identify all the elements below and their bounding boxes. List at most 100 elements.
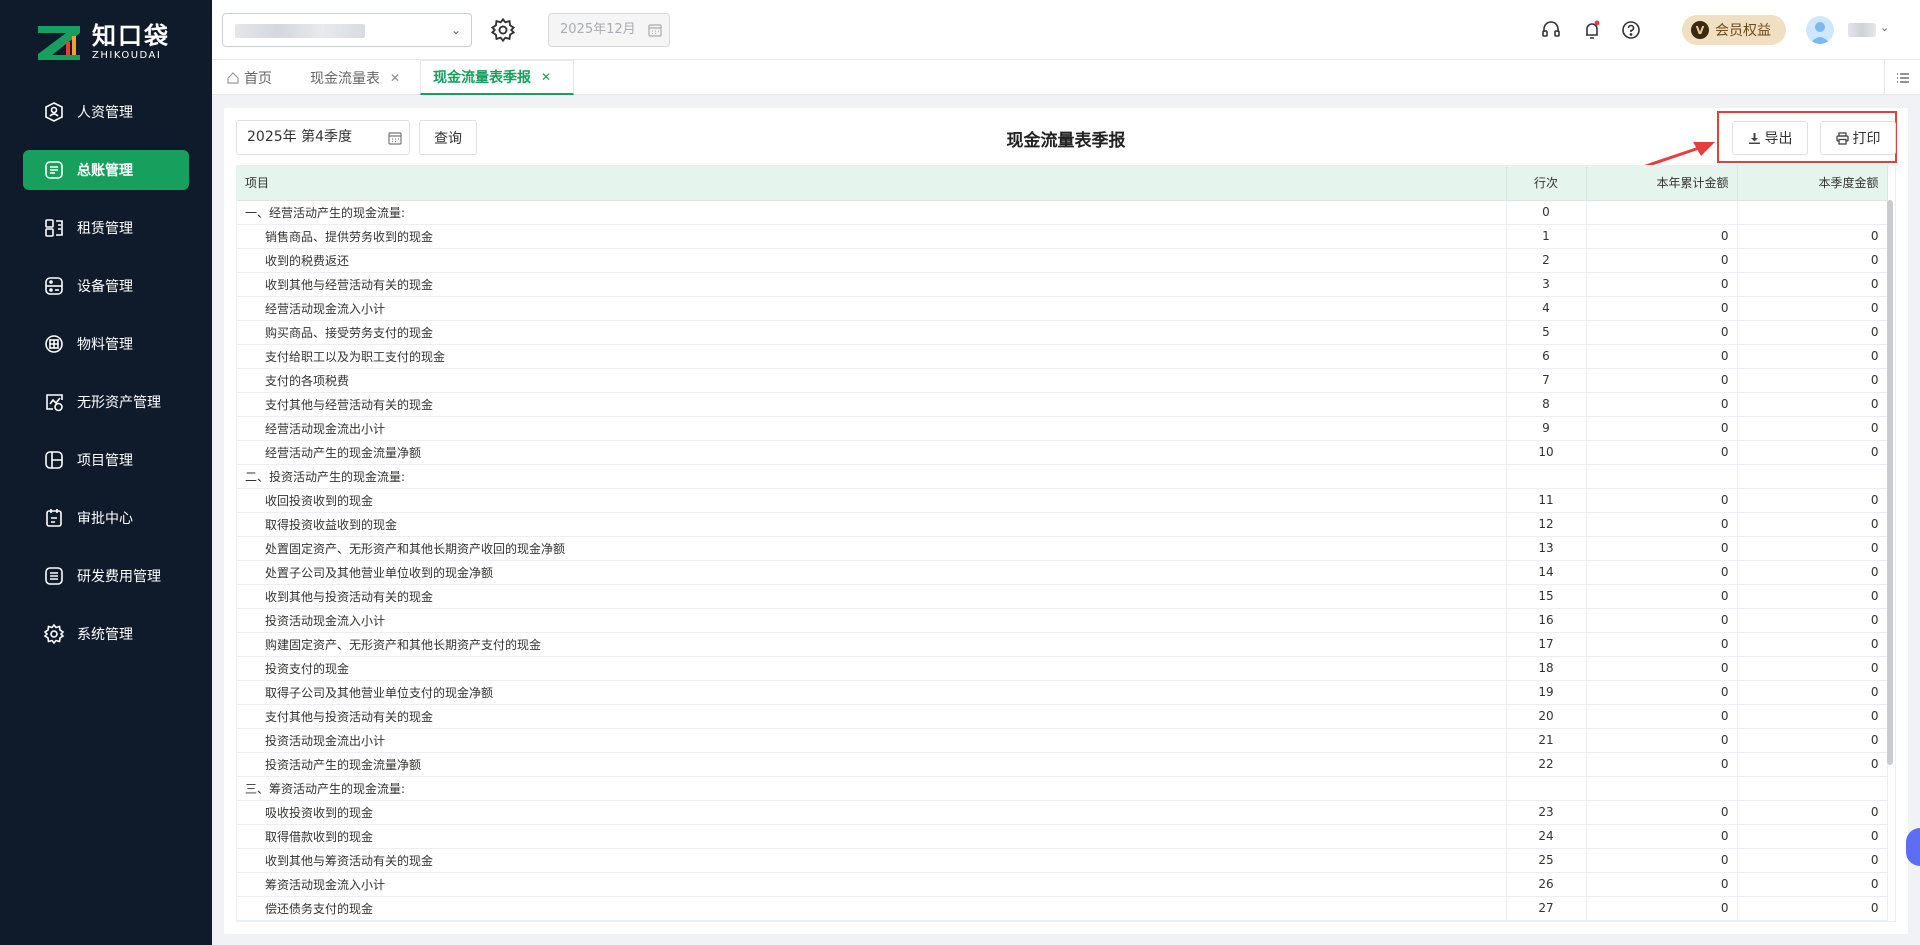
brand-logo[interactable]: 知口袋 ZHIKOUDAI (0, 0, 212, 84)
help-icon[interactable] (1620, 19, 1642, 41)
column-header-quarter: 本季度金额 (1737, 166, 1888, 201)
row-quarter-amount-cell (1737, 776, 1888, 801)
download-icon (1748, 132, 1760, 144)
row-line-cell: 4 (1506, 296, 1587, 321)
export-button[interactable]: 导出 (1732, 121, 1808, 155)
row-quarter-amount-cell: 0 (1737, 224, 1888, 249)
row-line-cell: 0 (1506, 200, 1587, 225)
row-ytd-amount-cell: 0 (1586, 704, 1738, 729)
row-item-cell: 投资支付的现金 (237, 656, 1507, 681)
row-line-cell: 13 (1506, 536, 1587, 561)
row-line-cell (1506, 776, 1587, 801)
settings-gear-icon[interactable] (490, 17, 516, 43)
sidebar-item-project[interactable]: 项目管理 (23, 440, 189, 480)
list-icon (1896, 72, 1909, 83)
user-name-redacted[interactable] (1848, 23, 1876, 37)
cash-flow-table-container[interactable]: 项目 行次 本年累计金额 本季度金额 一、经营活动产生的现金流量: 0 销售商品、提… (236, 165, 1896, 922)
tab-cash-flow-quarterly[interactable]: 现金流量表季报 ✕ (420, 60, 574, 95)
table-row: 取得投资收益收到的现金 12 0 0 (237, 512, 1888, 537)
table-row: 支付其他与投资活动有关的现金 20 0 0 (237, 704, 1888, 729)
table-row: 吸收投资收到的现金 23 0 0 (237, 800, 1888, 825)
chevron-down-icon[interactable]: ⌄ (1880, 21, 1889, 34)
gear-icon (43, 623, 65, 645)
row-ytd-amount-cell: 0 (1586, 728, 1738, 753)
row-ytd-amount-cell: 0 (1586, 224, 1738, 249)
table-row: 处置子公司及其他营业单位收到的现金净额 14 0 0 (237, 560, 1888, 585)
row-quarter-amount-cell: 0 (1737, 344, 1888, 369)
sidebar-item-label: 物料管理 (77, 337, 133, 353)
table-row: 偿还债务支付的现金 27 0 0 (237, 896, 1888, 921)
row-item-cell: 一、经营活动产生的现金流量: (237, 200, 1507, 225)
row-item-cell: 筹资活动现金流入小计 (237, 872, 1507, 897)
company-select[interactable]: ⌄ (222, 13, 472, 47)
row-line-cell: 7 (1506, 368, 1587, 393)
row-ytd-amount-cell: 0 (1586, 488, 1738, 513)
row-ytd-amount-cell: 0 (1586, 416, 1738, 441)
period-date-input[interactable]: 2025年12月 (548, 13, 670, 47)
row-line-cell: 8 (1506, 392, 1587, 417)
row-quarter-amount-cell: 0 (1737, 272, 1888, 297)
sidebar-item-material[interactable]: 物料管理 (23, 324, 189, 364)
sidebar-item-system[interactable]: 系统管理 (23, 614, 189, 654)
row-line-cell: 18 (1506, 656, 1587, 681)
row-line-cell: 2 (1506, 248, 1587, 273)
company-name-redacted (235, 24, 365, 38)
row-quarter-amount-cell: 0 (1737, 320, 1888, 345)
avatar[interactable] (1806, 16, 1834, 44)
row-item-cell: 销售商品、提供劳务收到的现金 (237, 224, 1507, 249)
sidebar-item-approval[interactable]: 审批中心 (23, 498, 189, 538)
sidebar: 知口袋 ZHIKOUDAI 人资管理 总账管理 租赁管理 设备管理 物料管理 无… (0, 0, 212, 945)
row-quarter-amount-cell: 0 (1737, 560, 1888, 585)
chat-assistant-button[interactable] (1906, 828, 1920, 866)
row-item-cell: 经营活动现金流入小计 (237, 296, 1507, 321)
row-line-cell: 23 (1506, 800, 1587, 825)
row-item-cell: 收到的税费返还 (237, 248, 1507, 273)
sidebar-item-ledger[interactable]: 总账管理 (23, 150, 189, 190)
column-header-ytd: 本年累计金额 (1586, 166, 1738, 201)
row-ytd-amount-cell (1586, 464, 1738, 489)
table-row: 经营活动产生的现金流量净额 10 0 0 (237, 440, 1888, 465)
logo-mark-icon (38, 26, 80, 60)
printer-icon (1835, 131, 1849, 145)
tab-home[interactable]: 首页 (214, 60, 284, 95)
row-line-cell: 5 (1506, 320, 1587, 345)
tabs-list-menu-button[interactable] (1884, 60, 1920, 95)
vip-benefits-button[interactable]: V 会员权益 (1682, 15, 1786, 45)
row-item-cell: 投资活动产生的现金流量净额 (237, 752, 1507, 777)
table-row: 取得子公司及其他营业单位支付的现金净额 19 0 0 (237, 680, 1888, 705)
rd-expense-icon (43, 565, 65, 587)
row-line-cell: 1 (1506, 224, 1587, 249)
user-avatar-icon (1810, 22, 1830, 44)
row-item-cell: 取得子公司及其他营业单位支付的现金净额 (237, 680, 1507, 705)
row-ytd-amount-cell: 0 (1586, 608, 1738, 633)
sidebar-item-lease[interactable]: 租赁管理 (23, 208, 189, 248)
sidebar-menu: 人资管理 总账管理 租赁管理 设备管理 物料管理 无形资产管理 项目管理 审批中… (0, 92, 212, 654)
row-item-cell: 二、投资活动产生的现金流量: (237, 464, 1507, 489)
row-quarter-amount-cell: 0 (1737, 728, 1888, 753)
tab-label: 首页 (244, 70, 272, 87)
table-row: 处置固定资产、无形资产和其他长期资产收回的现金净额 13 0 0 (237, 536, 1888, 561)
sidebar-item-intangible-assets[interactable]: 无形资产管理 (23, 382, 189, 422)
row-ytd-amount-cell: 0 (1586, 896, 1738, 921)
export-label: 导出 (1764, 130, 1793, 146)
row-ytd-amount-cell: 0 (1586, 680, 1738, 705)
person-icon (43, 101, 65, 123)
bell-icon[interactable] (1581, 19, 1603, 41)
row-line-cell: 14 (1506, 560, 1587, 585)
column-header-line: 行次 (1506, 166, 1587, 201)
table-row: 购建固定资产、无形资产和其他长期资产支付的现金 17 0 0 (237, 632, 1888, 657)
sidebar-item-label: 项目管理 (77, 453, 133, 469)
headset-icon[interactable] (1540, 19, 1562, 41)
table-row: 收到其他与筹资活动有关的现金 25 0 0 (237, 848, 1888, 873)
close-icon[interactable]: ✕ (541, 70, 551, 84)
vip-label: 会员权益 (1715, 23, 1771, 39)
print-button[interactable]: 打印 (1820, 121, 1896, 155)
sidebar-item-hr[interactable]: 人资管理 (23, 92, 189, 132)
sidebar-item-device[interactable]: 设备管理 (23, 266, 189, 306)
tab-cash-flow[interactable]: 现金流量表 ✕ (298, 60, 412, 95)
row-ytd-amount-cell: 0 (1586, 632, 1738, 657)
row-item-cell: 收回投资收到的现金 (237, 488, 1507, 513)
close-icon[interactable]: ✕ (390, 71, 400, 85)
vertical-scrollbar[interactable] (1887, 200, 1893, 765)
sidebar-item-rd-expense[interactable]: 研发费用管理 (23, 556, 189, 596)
